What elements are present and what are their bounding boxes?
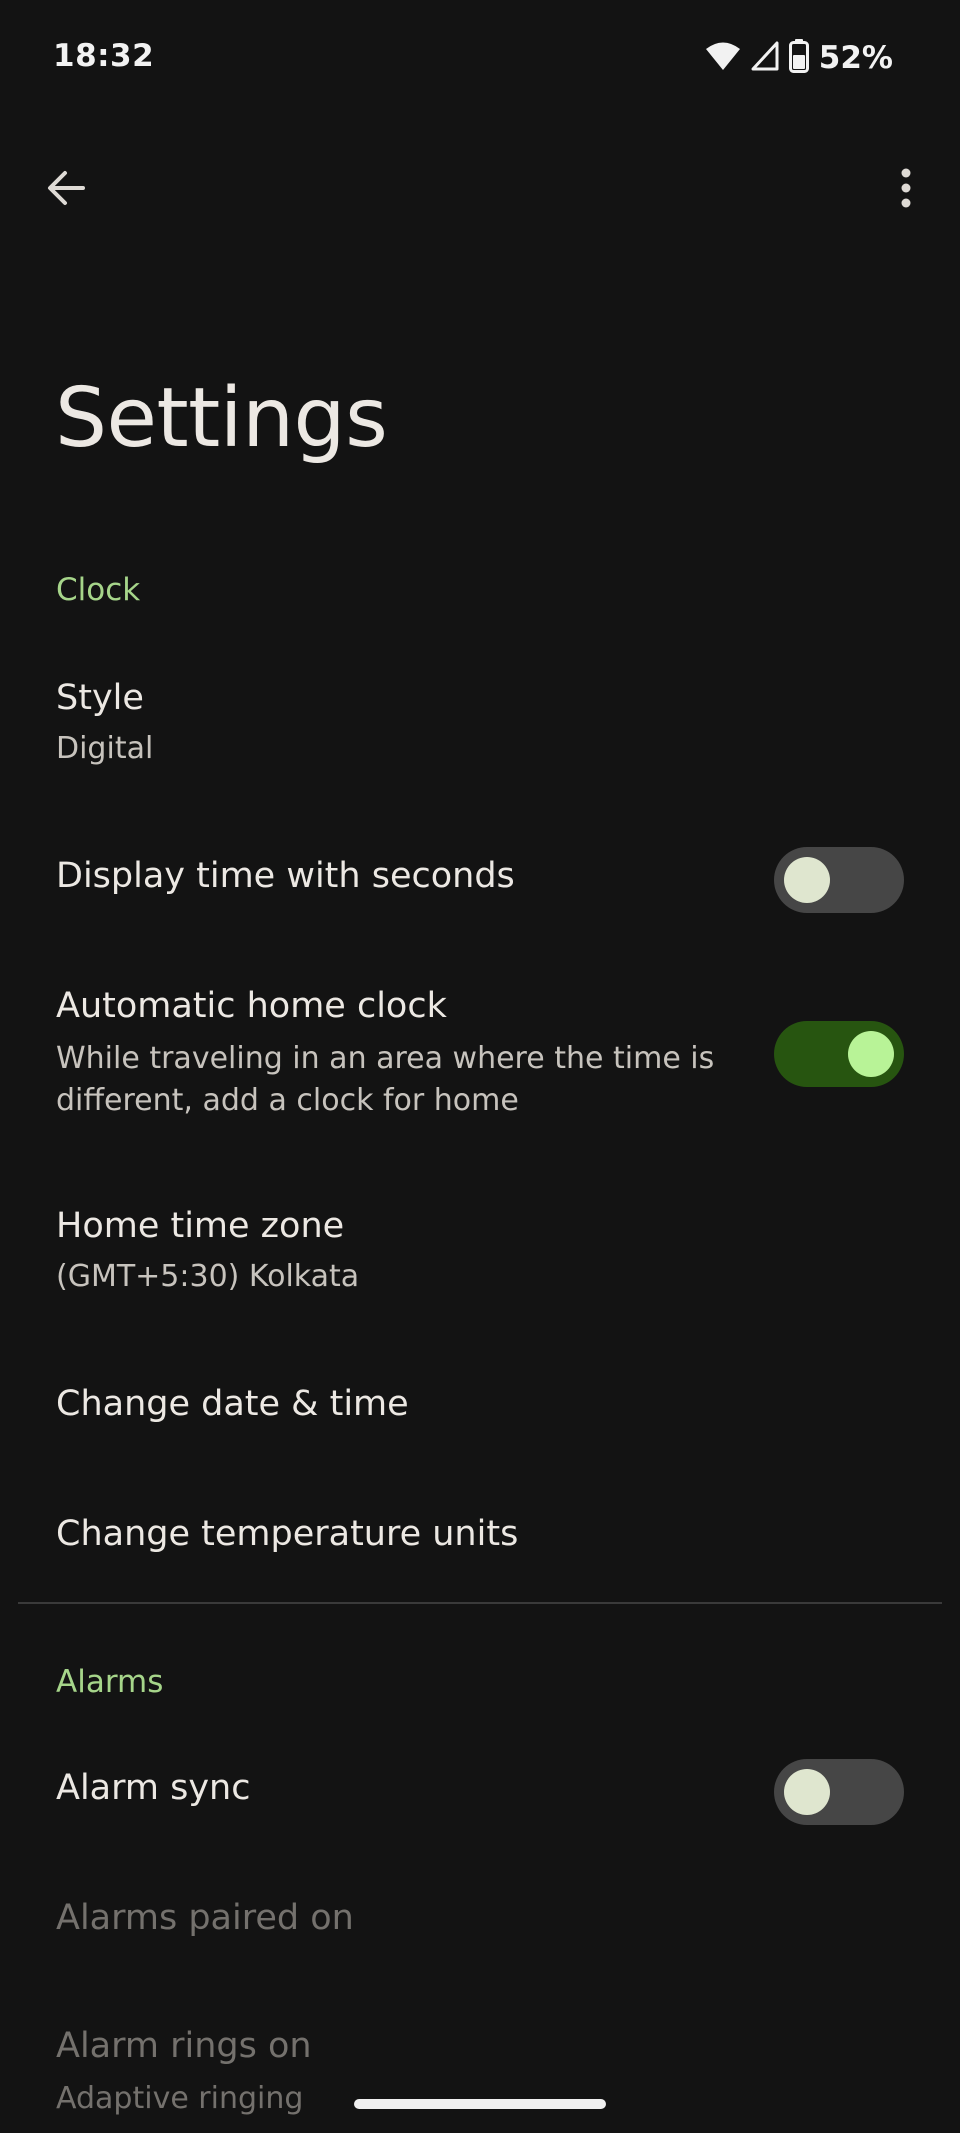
pref-auto-home-clock-title: Automatic home clock xyxy=(56,986,447,1026)
home-indicator[interactable] xyxy=(354,2099,606,2109)
switch-thumb xyxy=(784,857,830,903)
more-vertical-icon xyxy=(900,167,912,213)
pref-alarms-paired-on: Alarms paired on xyxy=(0,1872,960,1972)
section-header-clock: Clock xyxy=(56,572,141,608)
section-divider xyxy=(18,1602,942,1604)
pref-alarms-paired-on-title: Alarms paired on xyxy=(56,1898,354,1938)
status-time: 18:32 xyxy=(53,38,155,74)
pref-change-date-time-title: Change date & time xyxy=(56,1384,409,1424)
status-icons: 52% xyxy=(705,38,893,78)
pref-change-date-time[interactable]: Change date & time xyxy=(0,1360,960,1460)
pref-alarm-rings-on: Alarm rings on Adaptive ringing xyxy=(0,2006,960,2133)
pref-change-temperature-units[interactable]: Change temperature units xyxy=(0,1490,960,1590)
pref-display-seconds[interactable]: Display time with seconds xyxy=(0,830,960,930)
pref-auto-home-clock-summary-2: different, add a clock for home xyxy=(56,1083,519,1118)
display-seconds-switch[interactable] xyxy=(774,847,904,913)
pref-display-seconds-title: Display time with seconds xyxy=(56,856,515,896)
page-title: Settings xyxy=(55,371,388,466)
pref-home-time-zone-summary: (GMT+5:30) Kolkata xyxy=(56,1259,360,1294)
more-options-button[interactable] xyxy=(876,150,936,230)
wifi-icon xyxy=(705,41,741,75)
switch-thumb xyxy=(848,1031,894,1077)
pref-style-summary: Digital xyxy=(56,731,154,766)
battery-percent: 52% xyxy=(818,40,893,76)
top-app-bar xyxy=(0,150,960,230)
status-bar: 18:32 52% xyxy=(0,0,960,116)
alarm-sync-switch[interactable] xyxy=(774,1759,904,1825)
battery-icon xyxy=(788,39,809,77)
pref-home-time-zone[interactable]: Home time zone (GMT+5:30) Kolkata xyxy=(0,1190,960,1310)
cell-signal-icon xyxy=(751,41,779,75)
section-header-alarms: Alarms xyxy=(56,1664,164,1700)
arrow-left-icon xyxy=(45,167,87,213)
pref-alarm-rings-on-summary: Adaptive ringing xyxy=(56,2081,304,2116)
switch-thumb xyxy=(784,1769,830,1815)
pref-style[interactable]: Style Digital xyxy=(0,660,960,780)
back-button[interactable] xyxy=(36,150,96,230)
pref-style-title: Style xyxy=(56,678,144,718)
pref-auto-home-clock[interactable]: Automatic home clock While traveling in … xyxy=(0,970,960,1130)
pref-alarm-rings-on-title: Alarm rings on xyxy=(56,2026,312,2066)
pref-alarm-sync[interactable]: Alarm sync xyxy=(0,1742,960,1842)
auto-home-clock-switch[interactable] xyxy=(774,1021,904,1087)
pref-alarm-sync-title: Alarm sync xyxy=(56,1768,251,1808)
pref-auto-home-clock-summary-1: While traveling in an area where the tim… xyxy=(56,1041,715,1076)
pref-change-temperature-units-title: Change temperature units xyxy=(56,1514,519,1554)
pref-home-time-zone-title: Home time zone xyxy=(56,1206,345,1246)
